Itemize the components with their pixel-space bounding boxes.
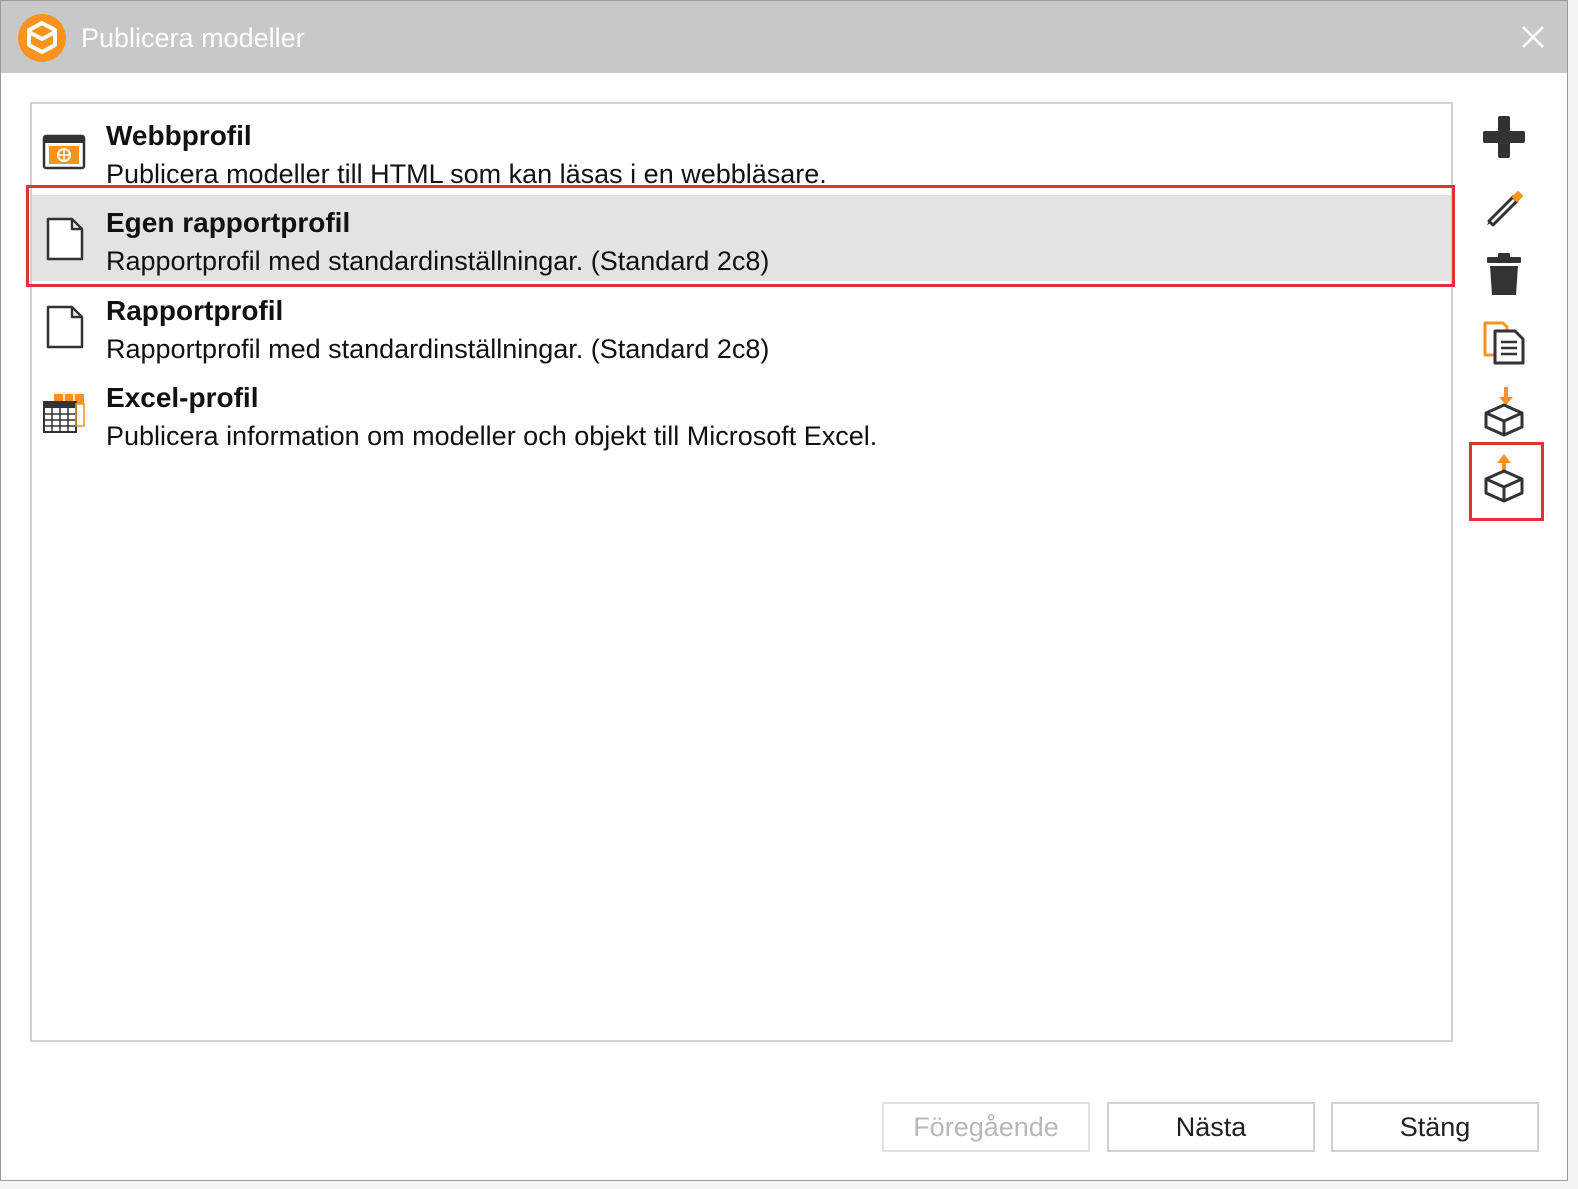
copy-document-icon [1483, 321, 1525, 365]
web-browser-icon [42, 134, 86, 170]
close-button[interactable]: Stäng [1331, 1102, 1539, 1152]
window-title: Publicera modeller [81, 23, 305, 53]
edit-profile-button[interactable] [1477, 179, 1531, 233]
profile-item-webbprofil[interactable]: Webbprofil Publicera modeller till HTML … [32, 108, 1451, 194]
profile-description: Rapportprofil med standardinställningar.… [106, 334, 770, 364]
plus-icon [1483, 116, 1525, 158]
copy-profile-button[interactable] [1477, 315, 1531, 369]
box-export-icon [1484, 454, 1524, 503]
app-logo-icon [18, 14, 66, 62]
document-icon [46, 217, 84, 261]
profile-title: Rapportprofil [106, 295, 284, 326]
profile-item-excel-profil[interactable]: Excel-profil Publicera information om mo… [32, 370, 1451, 456]
profile-description: Publicera information om modeller och ob… [106, 421, 878, 451]
profile-description: Rapportprofil med standardinställningar.… [106, 246, 770, 276]
document-icon [46, 305, 84, 349]
profile-list[interactable]: Webbprofil Publicera modeller till HTML … [30, 102, 1453, 1042]
profile-item-rapportprofil[interactable]: Rapportprofil Rapportprofil med standard… [32, 283, 1451, 369]
profile-item-egen-rapportprofil[interactable]: Egen rapportprofil Rapportprofil med sta… [32, 195, 1451, 281]
profile-title: Excel-profil [106, 382, 259, 413]
profile-description: Publicera modeller till HTML som kan läs… [106, 159, 827, 189]
trash-icon [1487, 253, 1521, 295]
previous-button[interactable]: Föregående [882, 1102, 1090, 1152]
profile-title: Webbprofil [106, 120, 252, 151]
next-button[interactable]: Nästa [1107, 1102, 1315, 1152]
add-profile-button[interactable] [1477, 110, 1531, 164]
box-import-icon [1484, 387, 1524, 437]
title-bar: Publicera modeller [1, 1, 1567, 73]
publish-models-dialog: Publicera modeller Webbprofil Publicera … [0, 0, 1568, 1181]
delete-profile-button[interactable] [1477, 247, 1531, 301]
export-profile-button[interactable] [1477, 451, 1531, 505]
close-window-icon[interactable] [1515, 19, 1551, 55]
import-profile-button[interactable] [1477, 383, 1531, 437]
profile-title: Egen rapportprofil [106, 207, 351, 238]
pencil-icon [1487, 191, 1523, 227]
spreadsheet-icon [43, 394, 85, 433]
